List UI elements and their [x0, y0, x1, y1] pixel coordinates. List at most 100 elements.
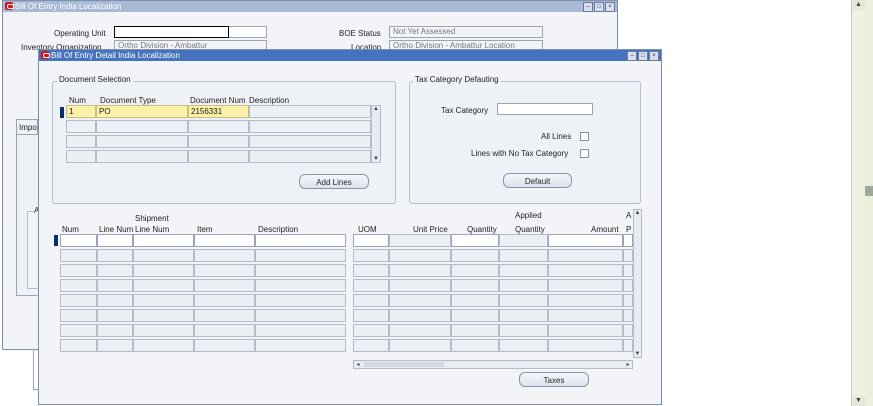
- line-cell[interactable]: [60, 324, 97, 337]
- minimize-icon[interactable]: –: [583, 2, 593, 12]
- line-cell[interactable]: [255, 264, 346, 277]
- doc-empty-cell[interactable]: [96, 120, 188, 133]
- scroll-down-arrow-icon[interactable]: ▼: [852, 396, 865, 406]
- line-cell[interactable]: [255, 309, 346, 322]
- doc-empty-cell[interactable]: [249, 135, 371, 148]
- horizontal-scroll-thumb[interactable]: [364, 362, 444, 367]
- doc-empty-cell[interactable]: [66, 150, 96, 163]
- lines-vertical-scrollbar[interactable]: ▲ ▼: [633, 209, 642, 358]
- line-cell[interactable]: [133, 234, 194, 247]
- bill-of-entry-titlebar[interactable]: Bill Of Entry India Localization – □ ×: [3, 1, 617, 12]
- line-cell[interactable]: [499, 234, 548, 247]
- close-icon[interactable]: ×: [605, 2, 615, 12]
- doc-empty-cell[interactable]: [188, 120, 249, 133]
- line-cell[interactable]: [97, 309, 133, 322]
- line-cell[interactable]: [499, 264, 548, 277]
- doc-row-num[interactable]: 1: [66, 105, 96, 118]
- line-cell[interactable]: [623, 339, 633, 352]
- line-cell[interactable]: [499, 279, 548, 292]
- scroll-up-arrow-icon[interactable]: ▲: [372, 106, 380, 112]
- line-cell[interactable]: [194, 279, 255, 292]
- line-cell[interactable]: [451, 264, 499, 277]
- line-cell[interactable]: [60, 264, 97, 277]
- line-cell[interactable]: [548, 294, 623, 307]
- doc-row-type[interactable]: PO: [96, 105, 188, 118]
- line-cell[interactable]: [60, 339, 97, 352]
- scroll-up-arrow-icon[interactable]: ▲: [634, 210, 641, 216]
- doc-empty-cell[interactable]: [188, 150, 249, 163]
- line-cell[interactable]: [255, 294, 346, 307]
- line-cell[interactable]: [389, 309, 451, 322]
- line-cell[interactable]: [194, 339, 255, 352]
- line-cell[interactable]: [194, 264, 255, 277]
- line-cell[interactable]: [133, 309, 194, 322]
- line-cell[interactable]: [353, 249, 389, 262]
- line-cell[interactable]: [194, 234, 255, 247]
- line-cell[interactable]: [499, 309, 548, 322]
- line-cell[interactable]: [499, 324, 548, 337]
- line-cell[interactable]: [353, 309, 389, 322]
- line-cell[interactable]: [60, 309, 97, 322]
- doc-empty-cell[interactable]: [96, 135, 188, 148]
- line-cell[interactable]: [548, 279, 623, 292]
- line-cell[interactable]: [255, 339, 346, 352]
- line-cell[interactable]: [97, 294, 133, 307]
- line-cell[interactable]: [451, 294, 499, 307]
- line-cell[interactable]: [451, 234, 499, 247]
- line-cell[interactable]: [353, 294, 389, 307]
- scroll-right-arrow-icon[interactable]: ▸: [625, 361, 631, 369]
- line-cell[interactable]: [389, 279, 451, 292]
- operating-unit-field-extension[interactable]: [229, 26, 267, 38]
- line-cell[interactable]: [451, 339, 499, 352]
- line-cell[interactable]: [623, 249, 633, 262]
- line-cell[interactable]: [255, 279, 346, 292]
- doc-row-doc-num[interactable]: 2156331: [188, 105, 249, 118]
- line-cell[interactable]: [451, 324, 499, 337]
- line-cell[interactable]: [548, 309, 623, 322]
- line-cell[interactable]: [353, 264, 389, 277]
- add-lines-button[interactable]: Add Lines: [299, 174, 369, 189]
- scroll-up-arrow-icon[interactable]: ▲: [852, 0, 865, 10]
- line-cell[interactable]: [255, 324, 346, 337]
- line-cell[interactable]: [623, 324, 633, 337]
- line-row-indicator[interactable]: [54, 235, 58, 246]
- line-cell[interactable]: [60, 249, 97, 262]
- line-cell[interactable]: [60, 234, 97, 247]
- taxes-button[interactable]: Taxes: [519, 372, 589, 387]
- line-cell[interactable]: [97, 234, 133, 247]
- lines-horizontal-scrollbar[interactable]: ◂ ▸: [353, 360, 633, 369]
- scroll-down-arrow-icon[interactable]: ▼: [634, 351, 641, 357]
- line-cell[interactable]: [623, 264, 633, 277]
- maximize-icon[interactable]: □: [594, 2, 604, 12]
- line-cell[interactable]: [194, 249, 255, 262]
- line-cell[interactable]: [353, 324, 389, 337]
- maximize-icon[interactable]: □: [638, 51, 648, 61]
- line-cell[interactable]: [194, 294, 255, 307]
- no-tax-category-checkbox[interactable]: [580, 149, 589, 158]
- tab-imports[interactable]: Impo: [16, 119, 38, 134]
- line-cell[interactable]: [623, 294, 633, 307]
- line-cell[interactable]: [389, 264, 451, 277]
- line-cell[interactable]: [499, 339, 548, 352]
- line-cell[interactable]: [548, 339, 623, 352]
- line-cell[interactable]: [389, 234, 451, 247]
- line-cell[interactable]: [133, 249, 194, 262]
- line-cell[interactable]: [353, 234, 389, 247]
- line-cell[interactable]: [133, 294, 194, 307]
- minimize-icon[interactable]: –: [627, 51, 637, 61]
- line-cell[interactable]: [548, 234, 623, 247]
- line-cell[interactable]: [97, 324, 133, 337]
- line-cell[interactable]: [389, 339, 451, 352]
- tax-category-field[interactable]: [497, 103, 593, 115]
- doc-empty-cell[interactable]: [66, 135, 96, 148]
- detail-titlebar[interactable]: Bill Of Entry Detail India Localization …: [39, 50, 661, 61]
- doc-empty-cell[interactable]: [66, 120, 96, 133]
- line-cell[interactable]: [353, 279, 389, 292]
- line-cell[interactable]: [194, 309, 255, 322]
- line-cell[interactable]: [194, 324, 255, 337]
- line-cell[interactable]: [451, 309, 499, 322]
- document-scrollbar[interactable]: ▲ ▼: [371, 105, 381, 163]
- line-cell[interactable]: [389, 324, 451, 337]
- line-cell[interactable]: [451, 279, 499, 292]
- doc-empty-cell[interactable]: [249, 150, 371, 163]
